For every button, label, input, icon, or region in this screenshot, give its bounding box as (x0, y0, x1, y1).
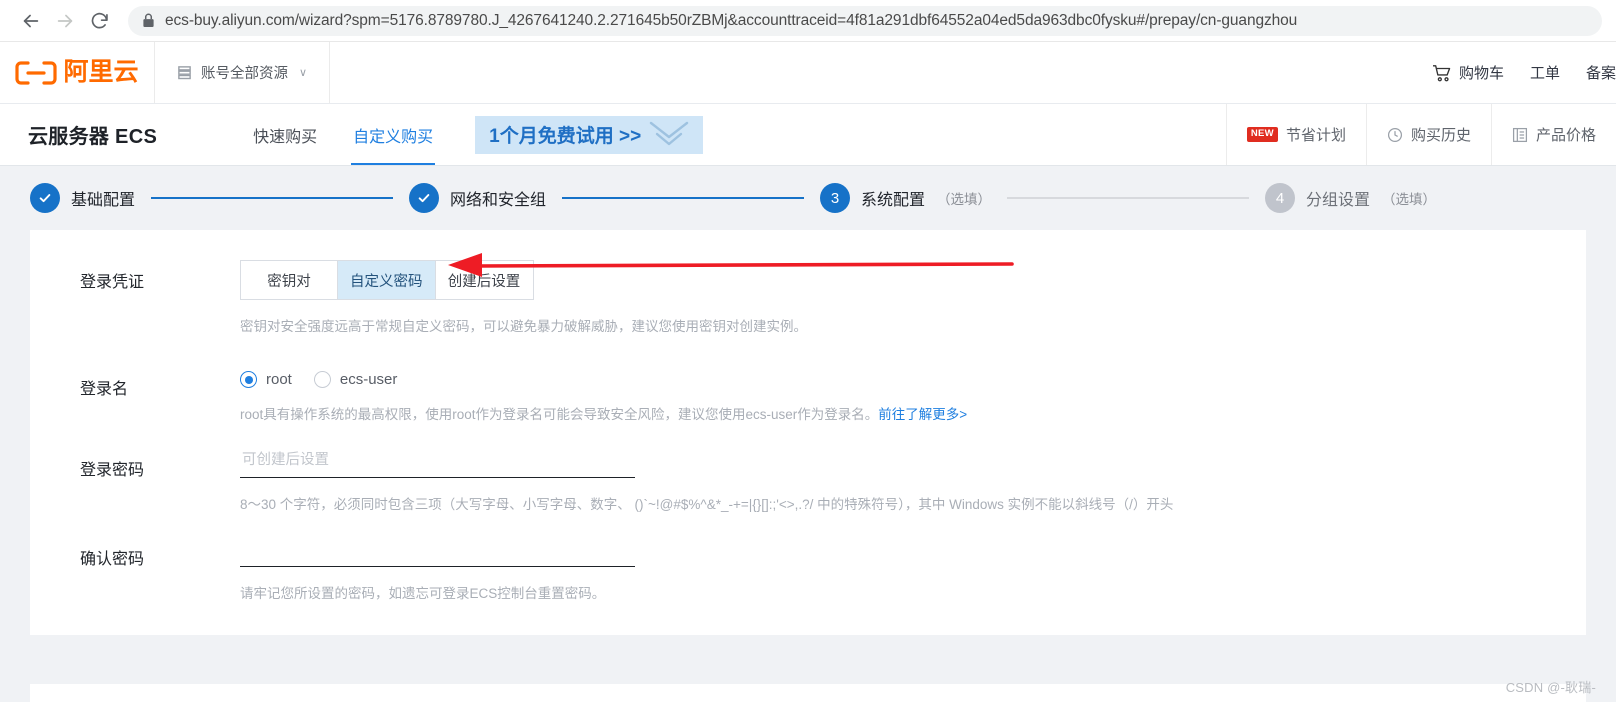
wizard-steps: 基础配置 网络和安全组 3 系统配置 （选填） 4 分组设置 （选填） (0, 166, 1616, 230)
list-icon (1512, 127, 1528, 143)
login-name-hint: root具有操作系统的最高权限，使用root作为登录名可能会导致安全风险，建议您… (240, 405, 1586, 425)
step-connector-1 (151, 197, 393, 199)
site-header: 阿里云 账号全部资源 ∨ 购物车 工单 备案 (0, 42, 1616, 104)
tab-quick-purchase[interactable]: 快速购买 (235, 104, 335, 165)
credential-type-group: 密钥对 自定义密码 创建后设置 (240, 260, 534, 300)
purchase-history-label: 购买历史 (1410, 127, 1471, 144)
account-resources-label: 账号全部资源 (201, 66, 288, 82)
clock-icon (1387, 127, 1403, 143)
savings-plan-link[interactable]: NEW 节省计划 (1225, 104, 1366, 165)
new-badge: NEW (1246, 127, 1278, 142)
login-name-option-root[interactable]: root (240, 371, 292, 389)
step-basic-config[interactable]: 基础配置 (30, 183, 135, 213)
cart-link[interactable]: 购物车 (1432, 62, 1504, 83)
step-2-label: 网络和安全组 (450, 192, 547, 209)
aliyun-logo-text: 阿里云 (63, 58, 139, 86)
step-connector-2 (562, 197, 804, 199)
product-nav-right: NEW 节省计划 购买历史 产品价格 (1225, 104, 1616, 165)
radio-root-icon (240, 371, 257, 389)
step-3-label: 系统配置 (861, 192, 926, 209)
free-trial-label: 1个月免费试用 >> (489, 126, 642, 147)
step-4-circle: 4 (1265, 183, 1295, 213)
system-config-card: 登录凭证 密钥对 自定义密码 创建后设置 密钥对安全强度远高于常规自定义密码，可… (30, 230, 1586, 635)
step-4-optional: （选填） (1382, 192, 1437, 207)
aliyun-logomark-icon (15, 60, 58, 86)
tab-custom-purchase-label: 自定义购买 (353, 128, 434, 146)
password-input[interactable] (240, 447, 635, 478)
tickets-link[interactable]: 工单 (1530, 62, 1560, 83)
purchase-mode-tabs: 快速购买 自定义购买 (235, 104, 451, 165)
step-connector-3 (1007, 197, 1249, 199)
step-4-label: 分组设置 (1306, 192, 1371, 209)
login-name-row: 登录名 root ecs-user root具有操作系统的最高权限，使用root… (30, 367, 1586, 425)
product-nav: 云服务器 ECS 快速购买 自定义购买 1个月免费试用 >> NEW 节省计划 … (0, 104, 1616, 166)
confirm-password-hint: 请牢记您所设置的密码，如遗忘可登录ECS控制台重置密码。 (240, 585, 606, 601)
login-name-hint-link[interactable]: 前往了解更多> (878, 407, 967, 422)
credential-hint: 密钥对安全强度远高于常规自定义密码，可以避免暴力破解威胁，建议您使用密钥对创建实… (240, 319, 807, 334)
login-name-hint-text: root具有操作系统的最高权限，使用root作为登录名可能会导致安全风险，建议您… (240, 407, 879, 423)
password-label: 登录密码 (80, 461, 145, 479)
account-resources-dropdown[interactable]: 账号全部资源 ∨ (155, 42, 331, 103)
address-bar[interactable]: ecs-buy.aliyun.com/wizard?spm=5176.87897… (128, 5, 1602, 36)
step-system-config[interactable]: 3 系统配置 （选填） (820, 183, 991, 213)
confirm-password-row: 确认密码 请牢记您所设置的密码，如遗忘可登录ECS控制台重置密码。 (30, 536, 1586, 604)
credential-row: 登录凭证 密钥对 自定义密码 创建后设置 密钥对安全强度远高于常规自定义密码，可… (30, 260, 1586, 337)
cart-label: 购物车 (1458, 65, 1504, 82)
product-pricing-link[interactable]: 产品价格 (1490, 104, 1616, 165)
chevron-down-icon: ∨ (299, 67, 308, 79)
back-arrow-icon[interactable] (14, 4, 48, 38)
step-group-settings[interactable]: 4 分组设置 （选填） (1265, 183, 1436, 213)
confirm-password-label: 确认密码 (80, 550, 145, 568)
step-2-circle (409, 183, 439, 213)
login-name-option-root-label: root (266, 371, 292, 389)
step-1-circle (30, 183, 60, 213)
cart-icon (1432, 64, 1452, 82)
login-name-label: 登录名 (80, 381, 129, 399)
product-pricing-label: 产品价格 (1535, 127, 1596, 144)
password-row: 登录密码 8～30 个字符，必须同时包含三项（大写字母、小写字母、数字、 ()`… (30, 447, 1586, 515)
password-hint: 8～30 个字符，必须同时包含三项（大写字母、小写字母、数字、 ()`~!@#$… (240, 496, 1174, 512)
tab-quick-purchase-label: 快速购买 (253, 128, 318, 146)
header-right-nav: 购物车 工单 备案 (1432, 42, 1616, 103)
content-area: 登录凭证 密钥对 自定义密码 创建后设置 密钥对安全强度远高于常规自定义密码，可… (0, 230, 1616, 702)
reload-icon[interactable] (82, 4, 116, 38)
chevron-double-down-icon (645, 118, 693, 152)
credential-option-custom-password[interactable]: 自定义密码 (338, 261, 436, 299)
tab-custom-purchase[interactable]: 自定义购买 (335, 104, 451, 165)
login-name-option-ecs-user-label: ecs-user (339, 371, 398, 389)
watermark: CSDN @-耿瑞- (1505, 680, 1596, 695)
radio-ecs-user-icon (313, 371, 331, 389)
icp-filing-label: 备案 (1585, 65, 1616, 82)
step-3-circle: 3 (820, 183, 850, 213)
credential-option-keypair[interactable]: 密钥对 (241, 261, 338, 299)
step-3-optional: （选填） (937, 192, 992, 207)
aliyun-logo[interactable]: 阿里云 (0, 42, 155, 103)
page-title: 云服务器 ECS (28, 126, 158, 148)
confirm-password-input[interactable] (240, 536, 635, 567)
credential-option-custom-password-label: 自定义密码 (350, 273, 423, 290)
tickets-label: 工单 (1529, 65, 1560, 82)
credential-option-set-later[interactable]: 创建后设置 (435, 261, 533, 299)
card-bottom-strip (30, 684, 1586, 702)
icp-filing-link[interactable]: 备案 (1586, 62, 1616, 83)
url-text: ecs-buy.aliyun.com/wizard?spm=5176.87897… (165, 11, 1298, 29)
login-name-option-ecs-user[interactable]: ecs-user (313, 371, 398, 389)
step-network-security[interactable]: 网络和安全组 (409, 183, 546, 213)
credential-option-keypair-label: 密钥对 (267, 273, 311, 290)
step-1-label: 基础配置 (71, 192, 136, 209)
lock-icon (142, 13, 155, 28)
credential-option-set-later-label: 创建后设置 (447, 273, 521, 290)
browser-toolbar: ecs-buy.aliyun.com/wizard?spm=5176.87897… (0, 0, 1616, 42)
login-name-radio-group: root ecs-user (240, 367, 1586, 389)
forward-arrow-icon[interactable] (48, 4, 82, 38)
purchase-history-link[interactable]: 购买历史 (1365, 104, 1491, 165)
credential-label: 登录凭证 (80, 274, 145, 291)
resource-list-icon (177, 65, 192, 80)
free-trial-banner[interactable]: 1个月免费试用 >> (475, 115, 704, 154)
savings-plan-label: 节省计划 (1285, 127, 1346, 144)
